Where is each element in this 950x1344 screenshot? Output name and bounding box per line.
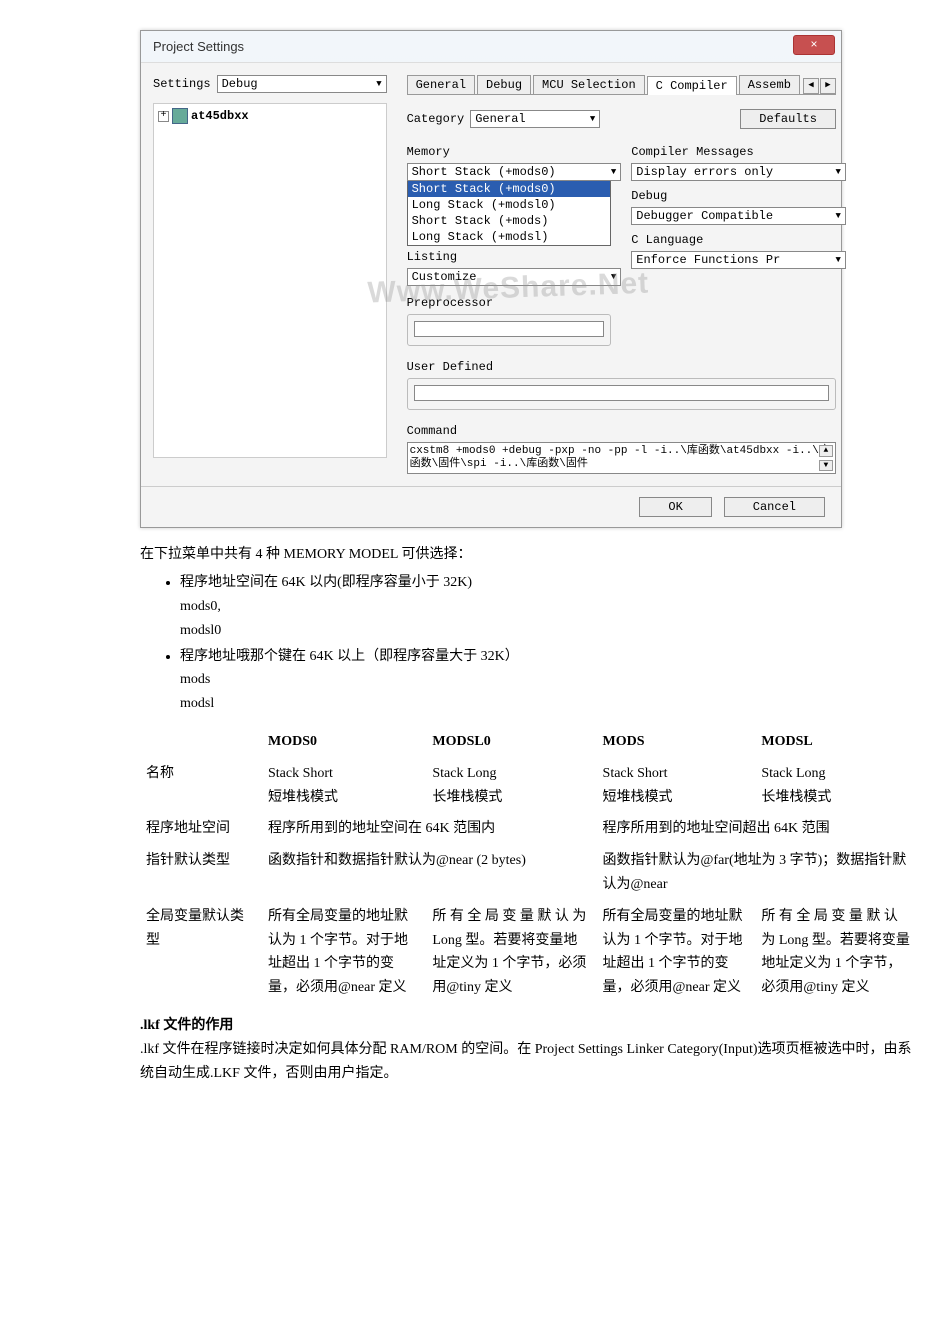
compiler-messages-value: Display errors only <box>636 165 773 179</box>
scroll-down-icon[interactable]: ▼ <box>819 460 833 472</box>
settings-label: Settings <box>153 77 211 91</box>
memory-combo[interactable]: Short Stack (+mods0) ▼ <box>407 163 622 181</box>
cell: 程序所用到的地址空间超出 64K 范围 <box>597 813 920 845</box>
debug-combo[interactable]: Debugger Compatible ▼ <box>631 207 846 225</box>
ok-button[interactable]: OK <box>639 497 711 517</box>
cell: 函数指针和数据指针默认为@near (2 bytes) <box>262 845 597 901</box>
cancel-button[interactable]: Cancel <box>724 497 825 517</box>
list-item: 程序地址哦那个键在 64K 以上（即程序容量大于 32K） mods modsl <box>180 645 920 716</box>
command-label: Command <box>407 424 836 438</box>
chevron-down-icon: ▼ <box>590 114 595 124</box>
col-header: MODSL0 <box>426 726 596 758</box>
tab-scroll-right-icon[interactable]: ▶ <box>820 78 836 94</box>
clang-value: Enforce Functions Pr <box>636 253 780 267</box>
project-settings-dialog: Project Settings × Settings Debug ▼ + at… <box>140 30 842 528</box>
tree-item-label: at45dbxx <box>191 109 249 123</box>
list-item: 程序地址空间在 64K 以内(即程序容量小于 32K) mods0, modsl… <box>180 571 920 642</box>
user-defined-label: User Defined <box>407 360 836 374</box>
memory-option[interactable]: Short Stack (+mods) <box>408 213 611 229</box>
chevron-down-icon: ▼ <box>611 167 616 177</box>
row-label: 名称 <box>140 758 262 814</box>
memory-dropdown-list: Short Stack (+mods0) Long Stack (+modsl0… <box>407 180 612 246</box>
tree-item[interactable]: + at45dbxx <box>158 108 382 124</box>
col-header: MODSL <box>755 726 920 758</box>
cell: Stack Short 短堆栈模式 <box>262 758 426 814</box>
listing-value: Customize <box>412 270 477 284</box>
chevron-down-icon: ▼ <box>836 211 841 221</box>
compiler-messages-combo[interactable]: Display errors only ▼ <box>631 163 846 181</box>
memory-value: Short Stack (+mods0) <box>412 165 556 179</box>
dialog-title: Project Settings <box>141 31 841 62</box>
cell: 函数指针默认为@far(地址为 3 字节)；数据指针默认为@near <box>597 845 920 901</box>
category-combo[interactable]: General ▼ <box>470 110 600 128</box>
clang-label: C Language <box>631 233 836 247</box>
tab-debug[interactable]: Debug <box>477 75 531 94</box>
tab-scroll-left-icon[interactable]: ◀ <box>803 78 819 94</box>
category-label: Category <box>407 112 465 126</box>
row-label: 全局变量默认类型 <box>140 901 262 1004</box>
cell: Stack Long 长堆栈模式 <box>755 758 920 814</box>
cell: 所有全局变量的地址默认为 1 个字节。对于地址超出 1 个字节的变量，必须用@n… <box>262 901 426 1004</box>
memory-model-table: MODS0 MODSL0 MODS MODSL 名称 Stack Short 短… <box>140 726 920 1004</box>
category-value: General <box>475 112 525 126</box>
cell: 所 有 全 局 变 量 默 认 为 Long 型。若要将变量地址定义为 1 个字… <box>426 901 596 1004</box>
listing-label: Listing <box>407 250 612 264</box>
user-defined-group <box>407 378 836 410</box>
debug-value: Debugger Compatible <box>636 209 773 223</box>
tab-general[interactable]: General <box>407 75 475 94</box>
cell: Stack Long 长堆栈模式 <box>426 758 596 814</box>
listing-combo[interactable]: Customize ▼ <box>407 268 622 286</box>
preprocessor-input[interactable] <box>414 321 605 337</box>
defaults-button[interactable]: Defaults <box>740 109 836 129</box>
chevron-down-icon: ▼ <box>611 272 616 282</box>
close-button[interactable]: × <box>793 35 835 55</box>
row-label: 指针默认类型 <box>140 845 262 901</box>
memory-option[interactable]: Long Stack (+modsl) <box>408 229 611 245</box>
chevron-down-icon: ▼ <box>836 255 841 265</box>
col-header: MODS <box>597 726 756 758</box>
cell: 所有全局变量的地址默认为 1 个字节。对于地址超出 1 个字节的变量，必须用@n… <box>597 901 756 1004</box>
user-defined-input[interactable] <box>414 385 829 401</box>
row-label: 程序地址空间 <box>140 813 262 845</box>
tab-c-compiler[interactable]: C Compiler <box>647 76 737 95</box>
command-text: cxstm8 +mods0 +debug -pxp -no -pp -l -i.… <box>410 445 830 470</box>
tab-assembler[interactable]: Assemb <box>739 75 800 94</box>
lkf-body: .lkf 文件在程序链接时决定如何具体分配 RAM/ROM 的空间。在 Proj… <box>140 1038 920 1086</box>
project-tree[interactable]: + at45dbxx <box>153 103 387 458</box>
tab-mcu[interactable]: MCU Selection <box>533 75 645 94</box>
scroll-up-icon[interactable]: ▲ <box>819 445 833 457</box>
memory-option[interactable]: Short Stack (+mods0) <box>408 181 611 197</box>
col-header: MODS0 <box>262 726 426 758</box>
lkf-heading: .lkf 文件的作用 <box>140 1014 920 1038</box>
command-box[interactable]: cxstm8 +mods0 +debug -pxp -no -pp -l -i.… <box>407 442 836 474</box>
memory-option[interactable]: Long Stack (+modsl0) <box>408 197 611 213</box>
preprocessor-label: Preprocessor <box>407 296 612 310</box>
memory-label: Memory <box>407 145 612 159</box>
clang-combo[interactable]: Enforce Functions Pr ▼ <box>631 251 846 269</box>
debug-section-label: Debug <box>631 189 836 203</box>
intro-text: 在下拉菜单中共有 4 种 MEMORY MODEL 可供选择： <box>140 543 920 567</box>
settings-value: Debug <box>222 77 258 91</box>
cell: 程序所用到的地址空间在 64K 范围内 <box>262 813 597 845</box>
project-icon <box>172 108 188 124</box>
settings-combo[interactable]: Debug ▼ <box>217 75 387 93</box>
chevron-down-icon: ▼ <box>836 167 841 177</box>
cell: 所 有 全 局 变 量 默 认 为 Long 型。若要将变量地址定义为 1 个字… <box>755 901 920 1004</box>
tabs: General Debug MCU Selection C Compiler A… <box>407 75 836 95</box>
preprocessor-group <box>407 314 612 346</box>
expand-icon[interactable]: + <box>158 111 169 122</box>
cell: Stack Short 短堆栈模式 <box>597 758 756 814</box>
compiler-messages-label: Compiler Messages <box>631 145 836 159</box>
chevron-down-icon: ▼ <box>376 79 381 89</box>
